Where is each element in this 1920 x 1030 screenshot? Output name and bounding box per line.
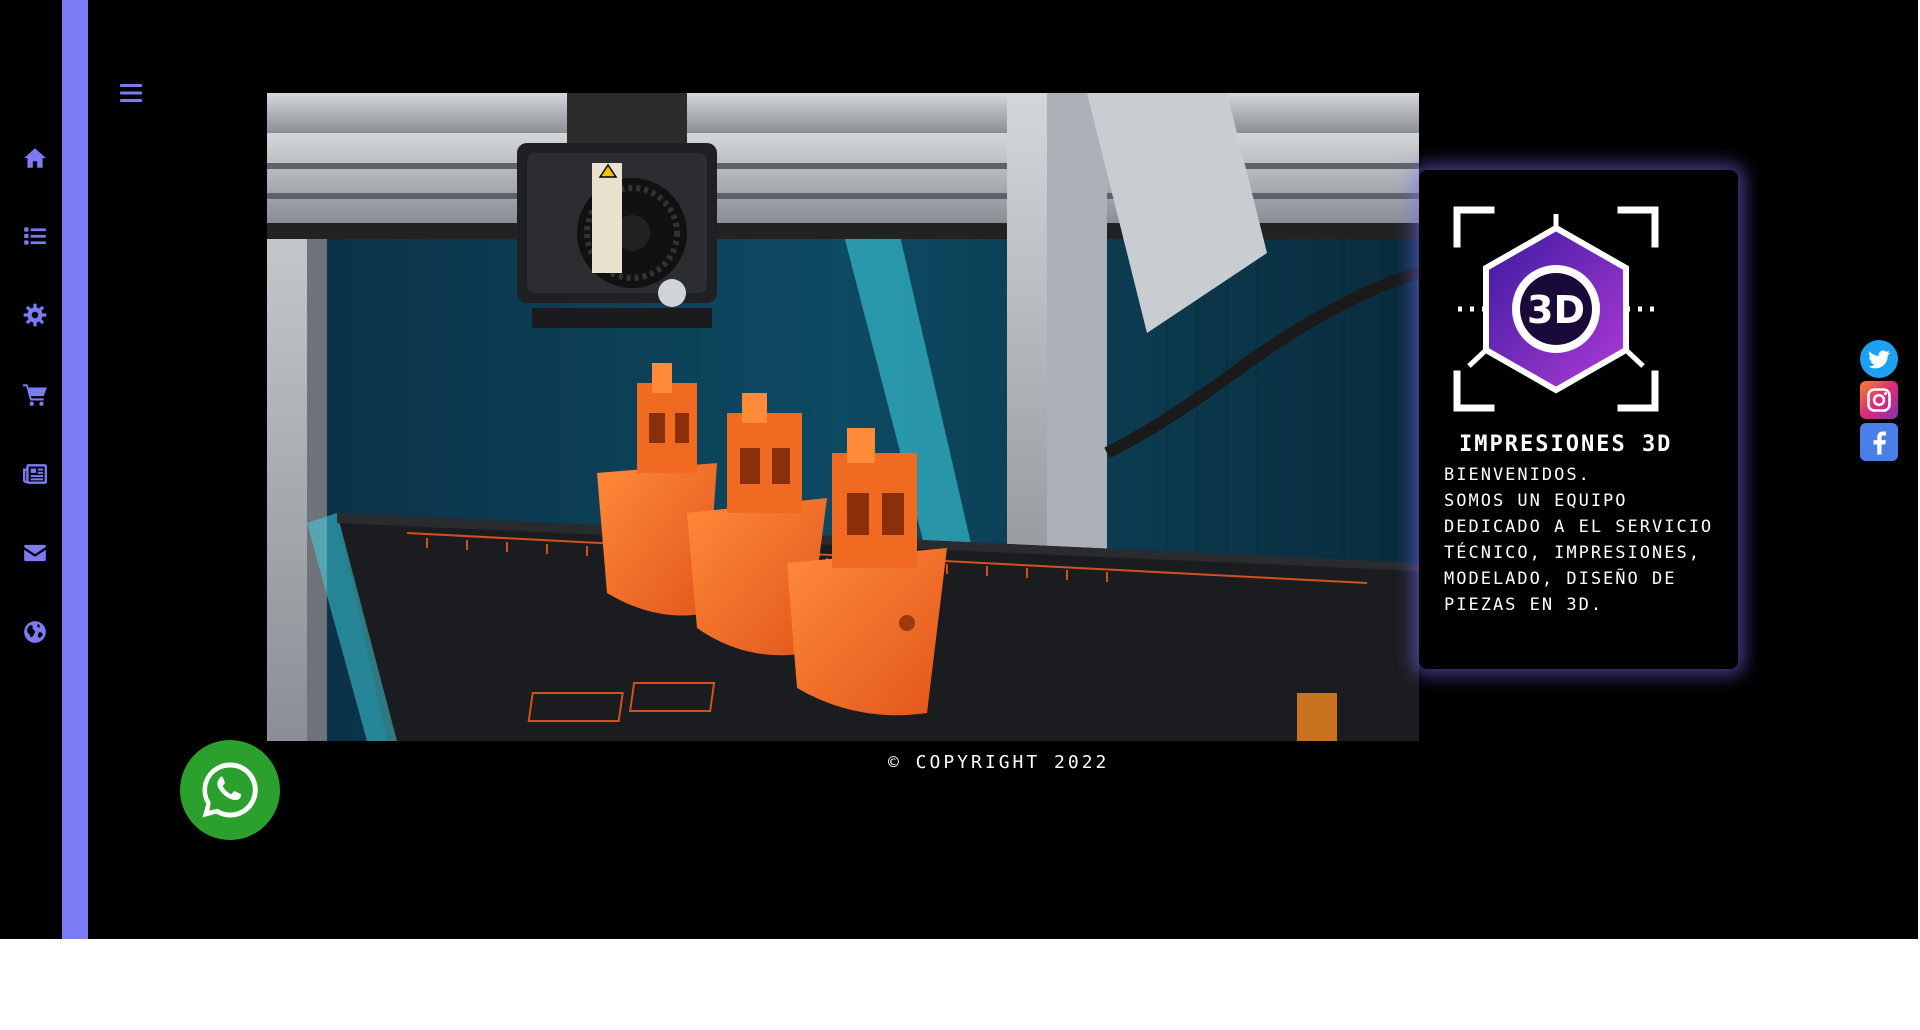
- twitter-icon[interactable]: [1860, 340, 1898, 378]
- envelope-icon[interactable]: [22, 540, 48, 566]
- whatsapp-icon: [202, 762, 258, 818]
- instagram-icon[interactable]: [1860, 381, 1898, 419]
- home-icon[interactable]: [22, 145, 48, 171]
- sidebar-accent-strip: [62, 0, 88, 939]
- card-greeting: Bienvenidos.: [1444, 465, 1591, 485]
- facebook-icon[interactable]: [1860, 423, 1898, 461]
- newspaper-icon[interactable]: [22, 461, 48, 487]
- 3d-logo: 3D: [1453, 206, 1659, 412]
- card-body: Somos un equipo dedicado a el servicio t…: [1444, 491, 1714, 615]
- whatsapp-button[interactable]: [180, 740, 280, 840]
- hero-image: [267, 93, 1419, 741]
- bars-icon[interactable]: [118, 82, 144, 104]
- card-title: Impresiones 3D: [1459, 432, 1673, 457]
- logo-text: 3D: [1527, 288, 1585, 332]
- gear-icon[interactable]: [22, 302, 48, 328]
- page: 3D Impresiones 3D Bienvenidos. Somos un …: [0, 0, 1918, 939]
- globe-icon[interactable]: [22, 619, 48, 645]
- list-icon[interactable]: [22, 223, 48, 249]
- cart-icon[interactable]: [22, 381, 48, 407]
- copyright-text: © Copyright 2022: [888, 752, 1110, 773]
- sidebar: [0, 0, 62, 939]
- info-card: 3D Impresiones 3D Bienvenidos. Somos un …: [1419, 170, 1738, 669]
- card-description: Bienvenidos. Somos un equipo dedicado a …: [1444, 462, 1724, 618]
